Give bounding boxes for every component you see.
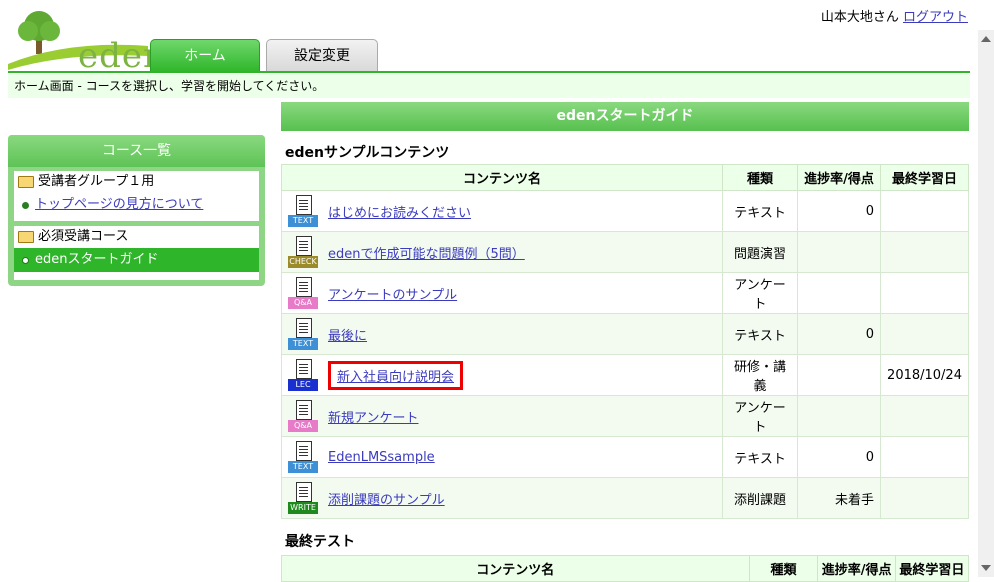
course-list-title: コース一覧: [8, 135, 265, 167]
content-progress: 0: [797, 313, 882, 355]
group-label: 受講者グループ１用: [38, 174, 155, 189]
text-doc-icon: TEXT: [288, 318, 318, 350]
content-date: [880, 477, 969, 519]
table-row: Q&A 新規アンケート アンケート: [280, 395, 969, 437]
text-doc-icon: TEXT: [288, 195, 318, 227]
col-header-type: 種類: [748, 555, 819, 582]
content-progress: [797, 354, 882, 396]
col-header-type: 種類: [722, 164, 799, 191]
content-type: 問題演習: [722, 231, 799, 273]
content-progress: 未着手: [797, 477, 882, 519]
col-header-progress: 進捗率/得点: [797, 164, 882, 191]
content-progress: [797, 395, 882, 437]
course-group: 必須受講コース edenスタートガイド: [14, 226, 259, 280]
table-row: TEXT はじめにお読みください テキスト 0: [280, 190, 969, 232]
eden-logo: eden: [8, 6, 165, 76]
course-group: 受講者グループ１用 トップページの見方について: [14, 171, 259, 221]
course-link-active[interactable]: edenスタートガイド: [35, 248, 159, 272]
group-label: 必須受講コース: [38, 229, 129, 244]
content-date: [880, 231, 969, 273]
content-type: アンケート: [722, 395, 799, 437]
content-date: [880, 313, 969, 355]
content-date: [880, 395, 969, 437]
user-area: 山本大地さん ログアウト: [821, 6, 968, 25]
content-link[interactable]: edenで作成可能な問題例（5問）: [328, 243, 525, 262]
course-item[interactable]: トップページの見方について: [14, 193, 259, 217]
breadcrumb: ホーム画面 - コースを選択し、学習を開始してください。: [8, 74, 970, 98]
table-row: CHECK edenで作成可能な問題例（5問） 問題演習: [280, 231, 969, 273]
folder-icon: [18, 231, 34, 243]
content-link[interactable]: はじめにお読みください: [328, 202, 471, 221]
content-date: [880, 436, 969, 478]
section-title: edenサンプルコンテンツ: [285, 145, 450, 161]
section-title: 最終テスト: [285, 534, 355, 550]
survey-doc-icon: Q&A: [288, 400, 318, 432]
scroll-up-icon[interactable]: [981, 36, 991, 42]
content-link[interactable]: 添削課題のサンプル: [328, 489, 445, 508]
table-row: WRITE 添削課題のサンプル 添削課題 未着手: [280, 477, 969, 519]
content-link-highlighted[interactable]: 新入社員向け説明会: [337, 370, 454, 385]
col-header-date: 最終学習日: [880, 164, 969, 191]
bullet-icon: [22, 201, 29, 209]
col-header-progress: 進捗率/得点: [817, 555, 896, 582]
check-doc-icon: CHECK: [288, 236, 318, 268]
survey-doc-icon: Q&A: [288, 277, 318, 309]
user-name: 山本大地さん: [820, 10, 899, 25]
content-link[interactable]: アンケートのサンプル: [328, 284, 457, 303]
col-header-name: コンテンツ名: [281, 555, 750, 582]
content-date: [880, 272, 969, 314]
course-link[interactable]: トップページの見方について: [35, 193, 203, 217]
content-date: [880, 190, 969, 232]
content-type: テキスト: [722, 313, 799, 355]
course-list-panel: コース一覧 受講者グループ１用 トップページの見方について 必須受講コース ed…: [8, 135, 265, 286]
scroll-down-icon[interactable]: [981, 565, 991, 571]
vertical-scrollbar[interactable]: [978, 30, 994, 577]
col-header-date: 最終学習日: [894, 555, 970, 582]
contents-table: コンテンツ名 種類 進捗率/得点 最終学習日 TEXT はじめにお読みください テ…: [280, 164, 969, 519]
table-row: TEXT EdenLMSsample テキスト 0: [280, 436, 969, 478]
content-type: テキスト: [722, 190, 799, 232]
course-title-bar: edenスタートガイド: [281, 102, 969, 131]
content-progress: 0: [797, 190, 882, 232]
write-doc-icon: WRITE: [288, 482, 318, 514]
content-progress: 0: [797, 436, 882, 478]
tab-settings[interactable]: 設定変更: [266, 39, 378, 72]
course-item-active[interactable]: edenスタートガイド: [14, 248, 259, 272]
group-header[interactable]: 受講者グループ１用: [14, 171, 259, 193]
header-divider: [8, 71, 970, 73]
content-type: アンケート: [722, 272, 799, 314]
table-row: Q&A アンケートのサンプル アンケート: [280, 272, 969, 314]
content-link[interactable]: EdenLMSsample: [328, 450, 435, 465]
table-row: LEC 新入社員向け説明会 研修・講義 2018/10/24: [280, 354, 969, 396]
content-link[interactable]: 新規アンケート: [328, 407, 418, 426]
tab-home[interactable]: ホーム: [150, 39, 260, 72]
content-type: 研修・講義: [722, 354, 799, 396]
highlight-box: 新入社員向け説明会: [328, 360, 464, 390]
content-link[interactable]: 最後に: [328, 325, 367, 344]
text-doc-icon: TEXT: [288, 441, 318, 473]
col-header-name: コンテンツ名: [280, 164, 724, 191]
group-header[interactable]: 必須受講コース: [14, 226, 259, 248]
content-progress: [797, 231, 882, 273]
table-row: TEXT 最後に テキスト 0: [280, 313, 969, 355]
logout-link[interactable]: ログアウト: [903, 10, 968, 25]
folder-icon: [18, 176, 34, 188]
content-type: 添削課題: [722, 477, 799, 519]
content-date: 2018/10/24: [880, 354, 969, 396]
content-progress: [797, 272, 882, 314]
lecture-doc-icon: LEC: [288, 359, 318, 391]
bullet-icon: [22, 256, 29, 264]
final-test-table: コンテンツ名 種類 進捗率/得点 最終学習日: [281, 555, 970, 582]
content-type: テキスト: [722, 436, 799, 478]
